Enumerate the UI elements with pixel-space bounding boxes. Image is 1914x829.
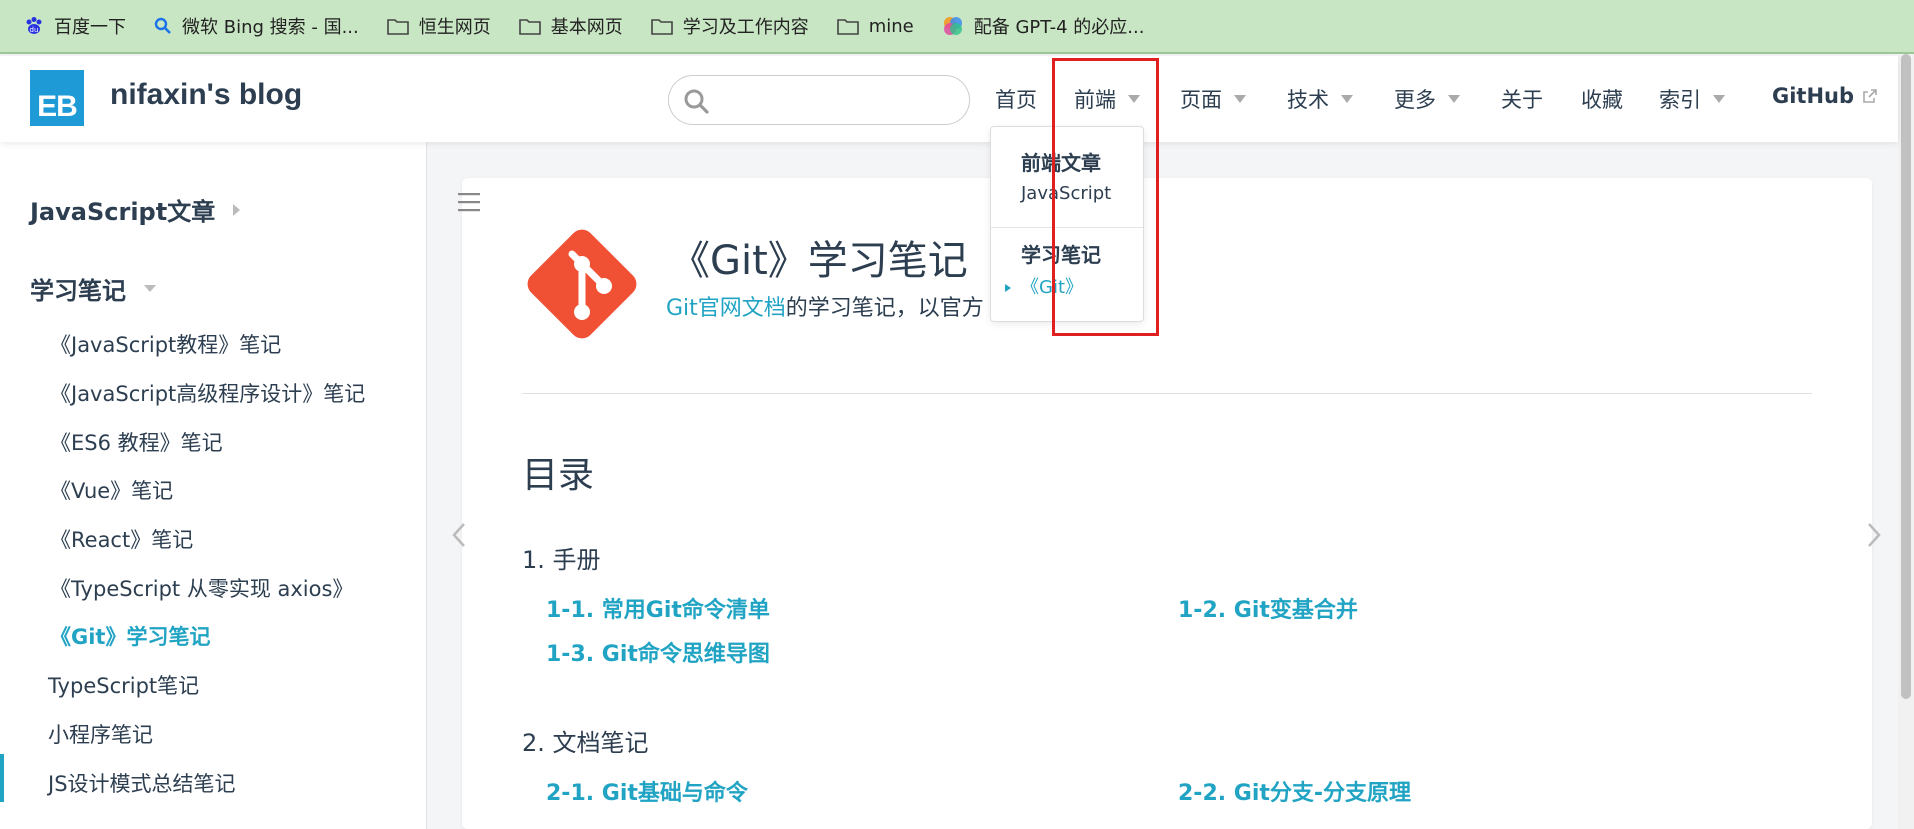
nav-label: 更多 [1394,88,1436,112]
logo-text: EB [37,90,78,123]
toc-section-title: 1. 手册 [522,546,601,574]
sidebar-group-title: 学习笔记 [30,277,126,305]
bookmarks-bar: du 百度一下 微软 Bing 搜索 - 国... 恒生网页 基本网页 学习及工… [0,0,1914,54]
sidebar-item[interactable]: 小程序笔记 [48,719,153,749]
nav-label: 收藏 [1581,88,1623,112]
page-title: 《Git》学习笔记 [670,238,968,284]
folder-icon [836,19,859,35]
baidu-paw-icon: du [26,17,42,34]
sidebar-item[interactable]: 《TypeScript 从零实现 axios》 [50,573,353,603]
caret-down-icon [1234,95,1246,103]
nav-label: 首页 [995,88,1037,112]
sidebar-item-active[interactable]: 《Git》学习笔记 [50,621,210,651]
bookmark-folder-basic[interactable]: 基本网页 [505,7,637,45]
nav-github[interactable]: GitHub [1772,84,1878,108]
dropdown-group-heading: 前端文章 [1021,151,1101,175]
sidebar-item[interactable]: 《JavaScript高级程序设计》笔记 [50,378,365,408]
sidebar-group-study-notes[interactable]: 学习笔记 [30,271,156,306]
dropdown-item-javascript[interactable]: JavaScript [1021,183,1111,204]
nav-label: 页面 [1180,88,1222,112]
active-indicator [0,754,4,802]
folder-icon [386,19,409,35]
caret-down-icon [1448,95,1460,103]
bookmark-copilot[interactable]: 配备 GPT-4 的必应... [928,7,1159,45]
sidebar-item[interactable]: 《JavaScript教程》笔记 [50,329,281,359]
git-docs-link[interactable]: Git官网文档 [666,296,786,321]
caret-down-icon [1713,95,1725,103]
nav-label: 索引 [1659,88,1701,112]
description-text: 的学习笔记，以官方 [785,296,984,321]
dropdown-divider [991,227,1143,228]
sidebar-item[interactable]: JS设计模式总结笔记 [48,768,236,798]
folder-icon [650,19,673,35]
caret-down-icon [1341,95,1353,103]
bookmark-bing[interactable]: 微软 Bing 搜索 - 国... [140,7,373,45]
bookmark-label: mine [868,15,914,37]
scrollbar-thumb[interactable] [1901,54,1911,699]
dropdown-item-git[interactable]: 《Git》 [1021,273,1083,299]
bookmark-label: 恒生网页 [418,17,491,38]
bing-search-icon [154,17,171,34]
toc-link[interactable]: 1-1. 常用Git命令清单 [546,592,770,624]
sidebar-group-javascript[interactable]: JavaScript文章 [30,192,241,227]
bookmark-label: 学习及工作内容 [682,17,809,38]
nav-label: 前端 [1074,88,1116,112]
sidebar: JavaScript文章 学习笔记 《JavaScript教程》笔记 《Java… [0,142,427,829]
menu-toggle-icon[interactable] [458,192,480,212]
folder-icon [518,19,541,35]
prev-page-arrow-icon[interactable] [452,522,466,548]
bookmark-folder-hengsheng[interactable]: 恒生网页 [373,7,505,45]
search-input[interactable] [668,75,970,125]
nav-index[interactable]: 索引 [1659,84,1725,114]
nav-frontend[interactable]: 前端 [1074,84,1140,114]
triangle-right-icon [233,203,241,216]
dropdown-group-heading: 学习笔记 [1021,243,1101,267]
git-logo-icon [527,229,637,339]
copilot-icon [943,17,962,35]
bookmark-label: 基本网页 [550,17,623,38]
search-icon [684,89,709,114]
nav-pages[interactable]: 页面 [1180,84,1246,114]
site-navbar: EB nifaxin's blog 首页 前端 页面 技术 更多 关于 收藏 索… [0,56,1898,142]
sidebar-item[interactable]: 《React》笔记 [50,524,193,554]
nav-home[interactable]: 首页 [995,84,1037,114]
toc-link[interactable]: 1-2. Git变基合并 [1178,592,1358,624]
nav-more[interactable]: 更多 [1394,84,1460,114]
site-title[interactable]: nifaxin's blog [110,78,302,112]
sidebar-item[interactable]: 《Vue》笔记 [50,475,173,505]
next-page-arrow-icon[interactable] [1867,522,1881,548]
caret-down-icon [1128,95,1140,103]
site-logo[interactable]: EB [30,70,84,126]
nav-label: 关于 [1501,88,1543,112]
sidebar-group-title: JavaScript文章 [30,198,216,226]
triangle-down-icon [144,285,156,292]
frontend-dropdown-menu: 前端文章 JavaScript 学习笔记 《Git》 [990,126,1144,322]
active-arrow-icon [1005,284,1011,292]
bookmark-folder-mine[interactable]: mine [823,7,928,45]
external-link-icon [1863,89,1877,103]
toc-link[interactable]: 2-2. Git分支-分支原理 [1178,775,1411,807]
page-scrollbar[interactable] [1898,54,1914,829]
toc-link[interactable]: 1-3. Git命令思维导图 [546,636,770,668]
bookmark-label: 百度一下 [54,17,126,38]
bookmark-baidu[interactable]: du 百度一下 [10,7,140,45]
bookmark-folder-study[interactable]: 学习及工作内容 [637,7,823,45]
nav-label: GitHub [1772,84,1855,108]
sidebar-item[interactable]: TypeScript笔记 [48,670,199,700]
page-description: Git官网文档的学习笔记，以官方 [666,290,990,322]
svg-text:du: du [30,26,39,34]
toc-title: 目录 [522,455,595,496]
nav-about[interactable]: 关于 [1501,84,1543,114]
bookmark-label: 微软 Bing 搜索 - 国... [182,17,359,38]
bookmark-label: 配备 GPT-4 的必应... [973,17,1145,38]
nav-label: 技术 [1287,88,1329,112]
toc-link[interactable]: 2-1. Git基础与命令 [546,775,748,807]
sidebar-item[interactable]: 《ES6 教程》笔记 [50,427,223,457]
nav-favorites[interactable]: 收藏 [1581,84,1623,114]
toc-section-title: 2. 文档笔记 [522,729,649,757]
nav-tech[interactable]: 技术 [1287,84,1353,114]
divider [522,393,1812,394]
